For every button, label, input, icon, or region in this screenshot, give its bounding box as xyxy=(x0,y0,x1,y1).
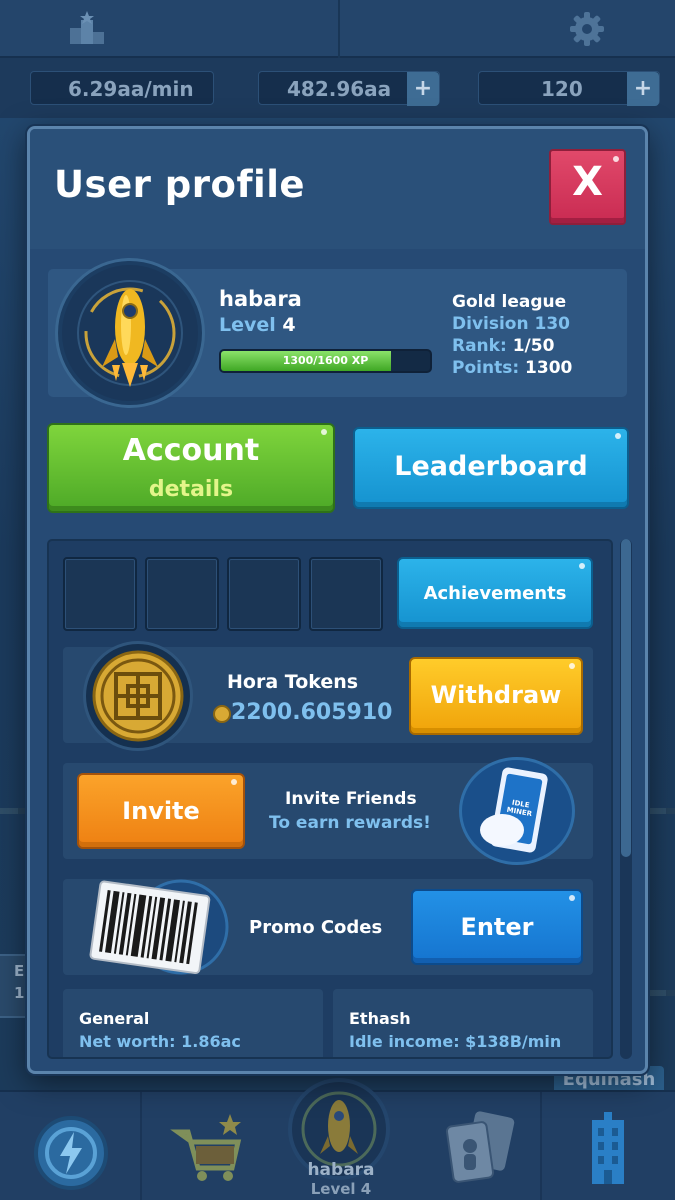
withdraw-button[interactable]: Withdraw xyxy=(409,657,583,735)
leaderboard-button[interactable]: Leaderboard xyxy=(353,427,629,509)
general-stats-box: General Net worth: 1.86ac xyxy=(63,989,323,1057)
points-line: Points: 1300 xyxy=(452,357,572,379)
rank-value: 1/50 xyxy=(512,336,555,356)
nav-shop-button[interactable] xyxy=(168,1110,248,1190)
invite-friends-subtitle: To earn rewards! xyxy=(269,813,431,833)
leaderboard-button-label: Leaderboard xyxy=(394,451,588,482)
profile-card: habara Level 4 1300/1600 XP Gold league … xyxy=(48,261,627,405)
profile-content-panel[interactable]: Achievements Hora Tokens 2200.605910 Wit… xyxy=(47,539,613,1059)
nav-profile-name: habara xyxy=(307,1160,375,1180)
modal-header: User profile X xyxy=(30,129,645,249)
left-sign-line1: E xyxy=(14,962,25,980)
income-rate-value: 6.29aa/min xyxy=(68,77,194,101)
achievement-slot xyxy=(227,557,301,631)
account-button-line2: details xyxy=(148,477,234,502)
hora-coin-small-icon xyxy=(213,705,231,723)
button-shine xyxy=(615,433,621,439)
top-bar xyxy=(0,0,675,58)
promo-codes-title: Promo Codes xyxy=(249,917,383,938)
invite-card-emblem: IDLE MINER xyxy=(459,757,575,865)
ethash-stats-box: Ethash Idle income: $138B/min xyxy=(333,989,593,1057)
league-name: Gold league xyxy=(452,292,567,312)
achievement-slot xyxy=(63,557,137,631)
scrollbar-thumb[interactable] xyxy=(621,539,631,857)
barcode-emblem xyxy=(85,875,229,981)
gems-pill: 120 + xyxy=(478,71,660,106)
enter-promo-button[interactable]: Enter xyxy=(411,889,583,965)
nav-separator xyxy=(540,1092,542,1200)
hora-tokens-row: Hora Tokens 2200.605910 Withdraw xyxy=(63,641,593,751)
page-title: User profile xyxy=(54,163,305,206)
username: habara xyxy=(219,287,302,311)
points-label: Points: xyxy=(452,358,520,378)
invite-friends-row: Invite Invite Friends To earn rewards! I… xyxy=(63,757,593,865)
nav-cards-button[interactable] xyxy=(440,1110,520,1190)
points-value: 1300 xyxy=(525,358,573,378)
nav-separator xyxy=(140,1092,142,1200)
division-line: Division 130 xyxy=(452,313,572,335)
invite-button[interactable]: Invite xyxy=(77,773,245,849)
cards-icon xyxy=(445,1111,515,1183)
balance-value: 482.96aa xyxy=(287,77,392,101)
xp-progress-text: 1300/1600 XP xyxy=(282,354,369,367)
leaderboard-podium-icon[interactable] xyxy=(68,10,106,46)
achievement-slot xyxy=(145,557,219,631)
invite-button-label: Invite xyxy=(122,797,200,825)
net-worth-value: Net worth: 1.86ac xyxy=(79,1032,241,1051)
user-profile-modal: User profile X habara Level 4 1300/1600 … xyxy=(27,126,648,1074)
league-info: Gold league Division 130 Rank: 1/50 Poin… xyxy=(452,291,572,379)
ethash-stats-title: Ethash xyxy=(349,1009,411,1028)
account-button-line1: Account xyxy=(122,433,260,468)
resource-bar: 6.29aa/min 482.96aa + 120 + xyxy=(0,58,675,168)
add-balance-button[interactable]: + xyxy=(407,72,439,106)
building-icon xyxy=(592,1112,624,1184)
add-gems-button[interactable]: + xyxy=(627,72,659,106)
division-label: Division xyxy=(452,314,529,334)
left-building-sign: E 12 xyxy=(0,954,35,1018)
barcode-icon xyxy=(89,879,229,975)
button-shine xyxy=(579,563,585,569)
balance-pill: 482.96aa + xyxy=(258,71,440,106)
level-line: Level 4 xyxy=(219,314,296,336)
shopping-cart-icon xyxy=(170,1114,242,1181)
lightning-icon xyxy=(45,1127,97,1179)
hora-token-icon xyxy=(92,650,184,742)
rocket-avatar-icon xyxy=(77,280,183,387)
rank-label: Rank: xyxy=(452,336,507,356)
button-shine xyxy=(321,429,327,435)
close-icon: X xyxy=(572,159,603,205)
button-shine xyxy=(569,895,575,901)
content-scrollbar[interactable] xyxy=(620,539,632,1059)
avatar[interactable] xyxy=(58,261,202,405)
button-shine xyxy=(569,663,575,669)
achievements-button-label: Achievements xyxy=(423,583,567,604)
enter-button-label: Enter xyxy=(460,913,534,941)
invite-friends-title: Invite Friends xyxy=(285,789,417,809)
level-label: Level xyxy=(219,314,276,336)
nav-boost-button[interactable] xyxy=(34,1116,108,1190)
rank-line: Rank: 1/50 xyxy=(452,335,572,357)
promo-codes-row: Promo Codes Enter xyxy=(63,879,593,975)
hora-tokens-value: 2200.605910 xyxy=(231,700,393,725)
account-details-button[interactable]: Account details xyxy=(47,423,335,513)
top-bar-divider xyxy=(338,0,340,58)
income-rate-pill: 6.29aa/min xyxy=(30,71,214,105)
hora-tokens-title: Hora Tokens xyxy=(227,671,359,693)
withdraw-button-label: Withdraw xyxy=(430,681,562,709)
close-button[interactable]: X xyxy=(549,149,626,225)
bottom-navigation: habara Level 4 xyxy=(0,1078,675,1200)
nav-buildings-button[interactable] xyxy=(578,1110,638,1190)
gems-value: 120 xyxy=(541,77,583,101)
division-value: 130 xyxy=(534,314,571,334)
xp-progress-bar: 1300/1600 XP xyxy=(219,349,432,373)
settings-gear-icon[interactable] xyxy=(568,10,606,48)
achievement-slot xyxy=(309,557,383,631)
idle-income-value: Idle income: $138B/min xyxy=(349,1032,562,1051)
button-shine xyxy=(231,779,237,785)
nav-profile-level: Level 4 xyxy=(310,1180,372,1198)
level-value: 4 xyxy=(282,314,296,336)
achievements-button[interactable]: Achievements xyxy=(397,557,593,629)
hora-token-emblem xyxy=(83,641,193,751)
general-stats-title: General xyxy=(79,1009,150,1028)
